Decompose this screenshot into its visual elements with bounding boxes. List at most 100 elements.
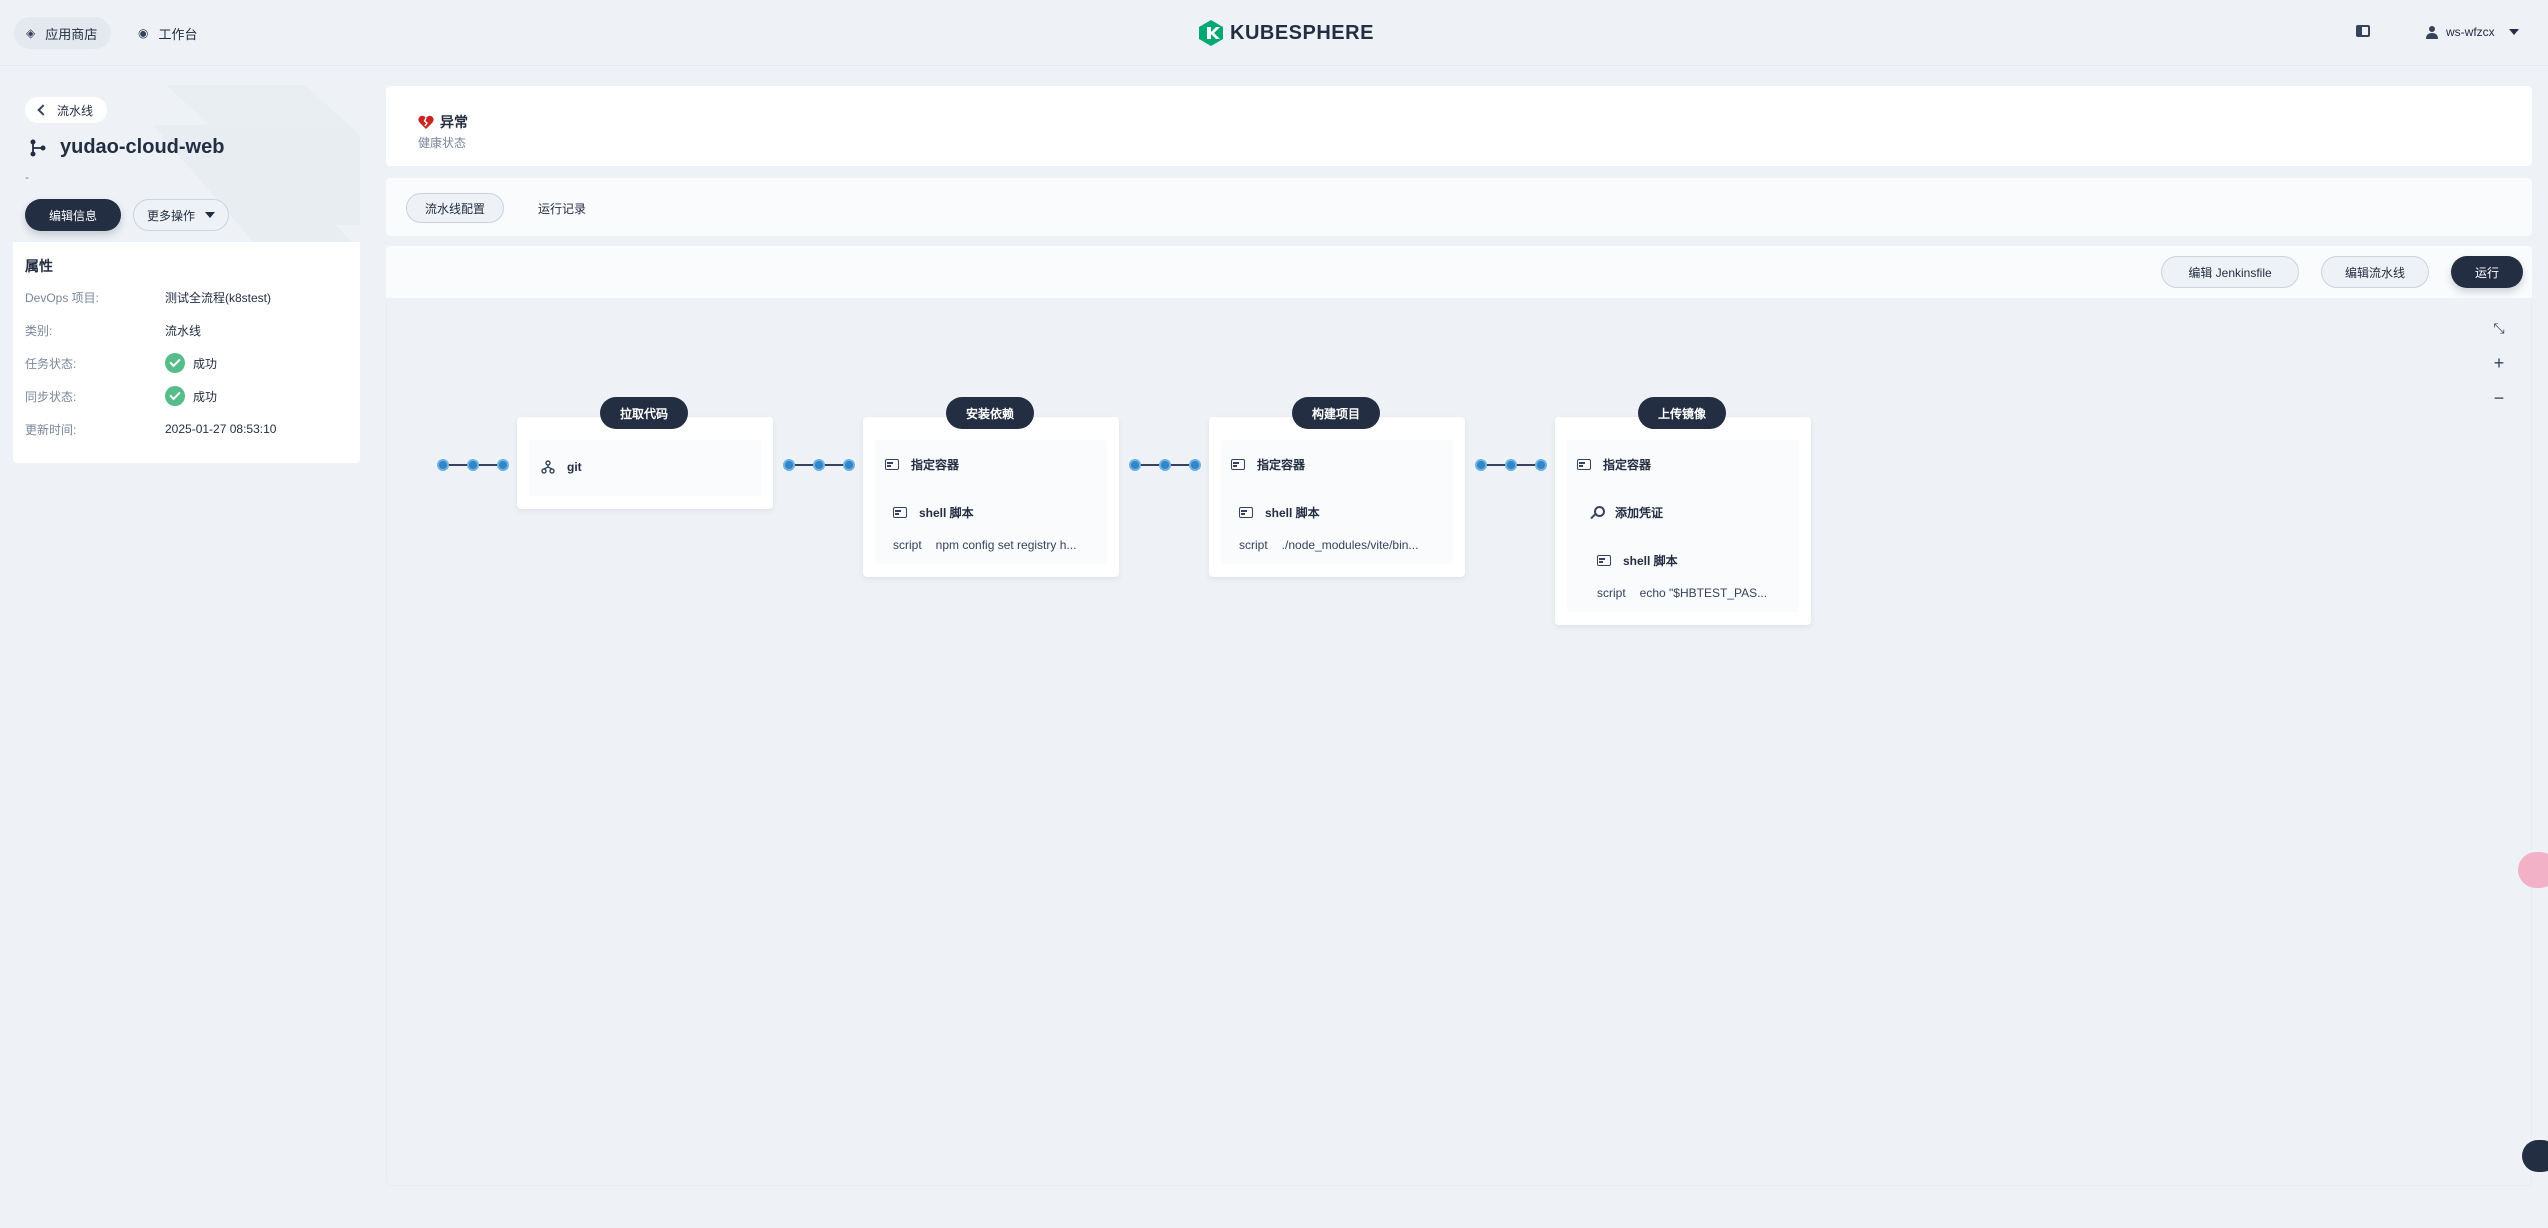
back-to-pipelines-button[interactable]: 流水线 — [25, 97, 108, 123]
connector-dot — [843, 459, 855, 471]
zoom-in-icon[interactable]: + — [2489, 353, 2509, 373]
stage-title[interactable]: 上传镜像 — [1638, 397, 1726, 429]
property-value: 流水线 — [165, 323, 202, 338]
username: ws-wfzcx — [2446, 25, 2495, 39]
chevron-down-icon — [2508, 29, 2519, 35]
step-shell-script[interactable]: shell 脚本 — [893, 504, 974, 521]
connector-dot — [783, 459, 795, 471]
zoom-out-icon[interactable]: − — [2489, 388, 2509, 408]
connector-dot — [1535, 459, 1547, 471]
script-key: script — [1239, 538, 1268, 552]
edit-pipeline-button[interactable]: 编辑流水线 — [2321, 256, 2429, 288]
user-icon — [2426, 26, 2438, 39]
step-git[interactable]: git — [529, 440, 761, 496]
pipeline-icon — [30, 139, 46, 156]
stage-connector — [783, 459, 855, 471]
connector-dot — [1159, 459, 1171, 471]
step-shell-script[interactable]: shell 脚本 — [1597, 552, 1678, 569]
pipeline-name: yudao-cloud-web — [60, 136, 225, 158]
property-value: 成功 — [193, 389, 218, 404]
translate-float-button[interactable] — [2518, 852, 2548, 888]
chevron-down-icon — [205, 212, 215, 218]
pipeline-description: - — [25, 170, 29, 184]
connector-dot — [1505, 459, 1517, 471]
terminal-icon — [1577, 459, 1591, 470]
broken-heart-icon — [418, 115, 434, 129]
run-button[interactable]: 运行 — [2451, 256, 2523, 288]
git-branch-icon — [541, 460, 555, 474]
success-check-icon — [165, 386, 185, 406]
connector-dot — [813, 459, 825, 471]
chevron-left-icon — [37, 104, 49, 116]
stage-card-install-deps[interactable]: 指定容器 shell 脚本 script npm config set regi… — [863, 417, 1119, 577]
stage-title[interactable]: 拉取代码 — [600, 397, 688, 429]
connector-dot — [1189, 459, 1201, 471]
property-key: 类别: — [25, 323, 53, 338]
terminal-icon — [1231, 459, 1245, 470]
property-devops-project: DevOps 项目: 测试全流程(k8stest) — [25, 287, 271, 307]
stage-card-upload-image[interactable]: 指定容器 添加凭证 shell 脚本 script echo "$HBTEST_… — [1555, 417, 1811, 625]
step-shell-script[interactable]: shell 脚本 — [1239, 504, 1320, 521]
property-key: 更新时间: — [25, 422, 77, 437]
stage-title[interactable]: 构建项目 — [1292, 397, 1380, 429]
workbench-nav[interactable]: ◉ 工作台 — [126, 17, 212, 49]
tools-float-button[interactable] — [2522, 1140, 2548, 1172]
edit-jenkinsfile-button[interactable]: 编辑 Jenkinsfile — [2161, 256, 2299, 288]
pipeline-toolbar: 编辑 Jenkinsfile 编辑流水线 运行 — [386, 246, 2532, 298]
script-value: ./node_modules/vite/bin... — [1281, 538, 1419, 552]
script-preview: script npm config set registry h... — [893, 538, 1076, 552]
stage-connector — [1129, 459, 1201, 471]
tabs-bar: 流水线配置 运行记录 — [386, 178, 2532, 236]
step-label: shell 脚本 — [1265, 506, 1320, 520]
stage-title[interactable]: 安装依赖 — [946, 397, 1034, 429]
layout-toggle-icon[interactable] — [2356, 25, 2370, 37]
script-preview: script echo "$HBTEST_PAS... — [1597, 586, 1767, 600]
stage-connector — [437, 459, 509, 471]
kubesphere-logo[interactable]: KUBESPHERE — [1198, 16, 1374, 50]
property-task-status: 任务状态: 成功 — [25, 353, 217, 373]
terminal-icon — [1239, 507, 1253, 518]
stage-card-build-project[interactable]: 指定容器 shell 脚本 script ./node_modules/vite… — [1209, 417, 1465, 577]
property-key: DevOps 项目: — [25, 290, 100, 305]
kubesphere-logo-icon — [1199, 20, 1223, 46]
step-label: 指定容器 — [1257, 458, 1306, 472]
health-status-label: 健康状态 — [418, 136, 467, 150]
property-key: 同步状态: — [25, 389, 77, 404]
workbench-label: 工作台 — [158, 26, 198, 42]
key-icon — [1589, 505, 1605, 520]
connector-dot — [1129, 459, 1141, 471]
tab-run-records[interactable]: 运行记录 — [520, 193, 604, 223]
property-key: 任务状态: — [25, 356, 77, 371]
step-label: 指定容器 — [1603, 458, 1652, 472]
property-value: 成功 — [193, 356, 218, 371]
step-add-credential[interactable]: 添加凭证 — [1589, 504, 1663, 521]
terminal-icon — [885, 459, 899, 470]
user-menu[interactable]: ws-wfzcx — [2426, 20, 2519, 44]
step-label: 指定容器 — [911, 458, 960, 472]
more-actions-label: 更多操作 — [146, 208, 195, 223]
property-sync-status: 同步状态: 成功 — [25, 386, 217, 406]
script-key: script — [1597, 586, 1626, 600]
script-value: npm config set registry h... — [935, 538, 1077, 552]
tab-pipeline-config[interactable]: 流水线配置 — [406, 193, 505, 223]
more-actions-button[interactable]: 更多操作 — [133, 199, 229, 231]
property-value: 测试全流程(k8stest) — [165, 290, 272, 305]
app-store-nav[interactable]: ◈ 应用商店 — [14, 17, 112, 49]
terminal-icon — [893, 507, 907, 518]
properties-panel: 属性 DevOps 项目: 测试全流程(k8stest) 类别: 流水线 任务状… — [13, 242, 360, 463]
step-label: 添加凭证 — [1615, 506, 1664, 520]
step-container[interactable]: 指定容器 添加凭证 shell 脚本 script echo "$HBTEST_… — [1567, 440, 1799, 612]
health-status-card: 异常 健康状态 — [386, 86, 2532, 166]
step-container[interactable]: 指定容器 shell 脚本 script npm config set regi… — [875, 440, 1107, 564]
connector-dot — [467, 459, 479, 471]
pipeline-title: yudao-cloud-web — [28, 136, 224, 159]
edit-info-button[interactable]: 编辑信息 — [25, 199, 121, 231]
health-status-value: 异常 — [440, 114, 468, 130]
stage-card-pull-code[interactable]: git — [517, 417, 773, 509]
stage-connector — [1475, 459, 1547, 471]
step-container[interactable]: 指定容器 shell 脚本 script ./node_modules/vite… — [1221, 440, 1453, 564]
app-store-icon: ◈ — [26, 26, 36, 40]
fullscreen-icon[interactable]: ⤡ — [2489, 318, 2509, 338]
terminal-icon — [1597, 555, 1611, 566]
connector-dot — [1475, 459, 1487, 471]
